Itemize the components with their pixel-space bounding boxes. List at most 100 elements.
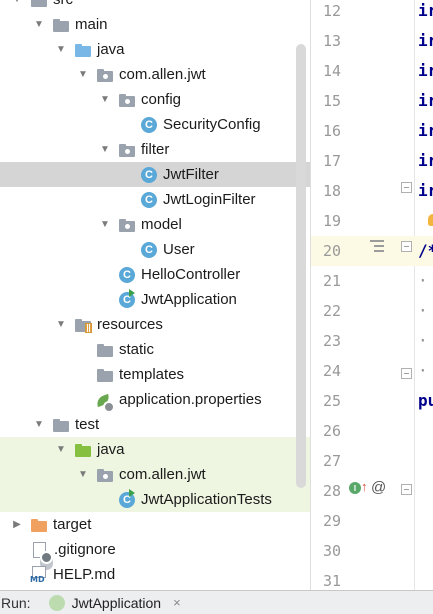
chevron-down-icon[interactable]: ▼	[33, 12, 45, 37]
tree-item[interactable]: ▼ filter	[0, 137, 310, 162]
line-number: 28	[322, 482, 341, 500]
line-number: 14	[322, 62, 341, 80]
chevron-down-icon[interactable]: ▼	[55, 37, 67, 62]
tree-item[interactable]: ▼ java	[0, 437, 310, 462]
editor-line[interactable]: 24 ·	[311, 356, 433, 386]
code-text[interactable]: ·	[418, 361, 428, 380]
editor-line[interactable]: 21 ·	[311, 266, 433, 296]
annotation-icon[interactable]: @	[371, 479, 386, 496]
tree-item-label: JwtApplicationTests	[141, 491, 272, 508]
editor-line[interactable]: 23 ·	[311, 326, 433, 356]
editor-line[interactable]: 19	[311, 206, 433, 236]
tree-item[interactable]: ▼ test	[0, 412, 310, 437]
code-text[interactable]: ir	[418, 181, 433, 200]
override-arrow-icon[interactable]: ↑	[361, 479, 368, 494]
tree-item[interactable]: static	[0, 337, 310, 362]
tree-item[interactable]: ▼ resources	[0, 312, 310, 337]
line-number: 24	[322, 362, 341, 380]
tree-item-label: java	[97, 41, 125, 58]
code-text[interactable]: ·	[418, 271, 428, 290]
fold-marker-icon[interactable]	[401, 182, 412, 193]
editor-line[interactable]: 16 ir	[311, 116, 433, 146]
tree-item[interactable]: ▼ com.allen.jwt	[0, 62, 310, 87]
chevron-down-icon[interactable]: ▼	[55, 312, 67, 337]
line-number: 15	[322, 92, 341, 110]
editor-line[interactable]: 27	[311, 446, 433, 476]
code-text[interactable]: ir	[418, 121, 433, 140]
editor-line[interactable]: 22 ·	[311, 296, 433, 326]
code-text[interactable]: ir	[418, 31, 433, 50]
package-dot-icon	[125, 98, 130, 104]
editor-line[interactable]: 17 ir	[311, 146, 433, 176]
chevron-down-icon[interactable]: ▼	[99, 212, 111, 237]
code-text[interactable]: pu	[418, 391, 433, 410]
tree-item[interactable]: C JwtFilter	[0, 162, 310, 187]
editor-line[interactable]: 14 ir	[311, 56, 433, 86]
code-text[interactable]: ir	[418, 61, 433, 80]
rendered-doc-icon[interactable]	[370, 240, 384, 254]
chevron-down-icon[interactable]: ▼	[99, 87, 111, 112]
editor-line[interactable]: 25 pu	[311, 386, 433, 416]
chevron-down-icon[interactable]: ▼	[77, 62, 89, 87]
fold-marker-icon[interactable]	[401, 368, 412, 379]
tree-item-label: User	[163, 241, 195, 258]
excluded-folder-icon	[30, 516, 48, 534]
tree-item[interactable]: .gitignore	[0, 537, 310, 564]
tree-item[interactable]: ▼ src	[0, 0, 310, 12]
line-number: 31	[322, 572, 341, 590]
lightbulb-icon[interactable]	[428, 214, 433, 226]
code-text[interactable]: ir	[418, 91, 433, 110]
tree-item[interactable]: ▼ java	[0, 37, 310, 62]
editor-line[interactable]: 18 ir	[311, 176, 433, 206]
implementation-marker-icon[interactable]: I	[349, 482, 361, 494]
editor-line[interactable]: 26	[311, 416, 433, 446]
spring-boot-icon	[48, 594, 65, 611]
close-icon[interactable]: ×	[173, 595, 181, 610]
java-class-icon: C	[119, 266, 135, 283]
tree-item[interactable]: C SecurityConfig	[0, 112, 310, 137]
chevron-down-icon[interactable]: ▼	[55, 437, 67, 462]
chevron-right-icon[interactable]: ▶	[11, 512, 23, 537]
folder-icon	[52, 416, 70, 434]
tree-item[interactable]: MD HELP.md	[0, 562, 310, 587]
chevron-down-icon[interactable]: ▼	[99, 137, 111, 162]
tree-item[interactable]: ▼ main	[0, 12, 310, 37]
package-dot-icon	[103, 473, 108, 479]
run-tab-jwtapplication[interactable]: JwtApplication ×	[48, 594, 181, 611]
chevron-down-icon[interactable]: ▼	[11, 0, 23, 12]
editor-line[interactable]: 15 ir	[311, 86, 433, 116]
editor-line[interactable]: 12 ir	[311, 0, 433, 26]
tree-item[interactable]: ▼ config	[0, 87, 310, 112]
tree-item[interactable]: ▶ target	[0, 512, 310, 537]
editor-line[interactable]: 29	[311, 506, 433, 536]
tree-item[interactable]: application.properties	[0, 387, 310, 413]
code-text[interactable]: ir	[418, 1, 433, 20]
code-text[interactable]: /*	[418, 241, 433, 260]
fold-marker-icon[interactable]	[401, 241, 412, 252]
editor-line[interactable]: 30	[311, 536, 433, 566]
tree-item[interactable]: C User	[0, 237, 310, 262]
tree-item[interactable]: ▼ model	[0, 212, 310, 237]
tree-item[interactable]: C JwtApplicationTests	[0, 487, 310, 512]
tree-item-label: static	[119, 341, 155, 358]
runnable-class-icon: C	[119, 488, 135, 508]
tree-item[interactable]: C HelloController	[0, 262, 310, 287]
chevron-down-icon[interactable]: ▼	[77, 462, 89, 487]
project-tree-scrollbar[interactable]	[296, 44, 306, 488]
fold-marker-icon[interactable]	[401, 484, 412, 495]
chevron-down-icon[interactable]: ▼	[33, 412, 45, 437]
tree-item[interactable]: templates	[0, 362, 310, 387]
code-text[interactable]: ·	[418, 331, 428, 350]
editor-line[interactable]: 13 ir	[311, 26, 433, 56]
code-text[interactable]: ·	[418, 301, 428, 320]
tree-item[interactable]: C JwtApplication	[0, 287, 310, 312]
code-text[interactable]: ir	[418, 151, 433, 170]
tree-item[interactable]: ▼ com.allen.jwt	[0, 462, 310, 487]
tree-item[interactable]: C JwtLoginFilter	[0, 187, 310, 212]
